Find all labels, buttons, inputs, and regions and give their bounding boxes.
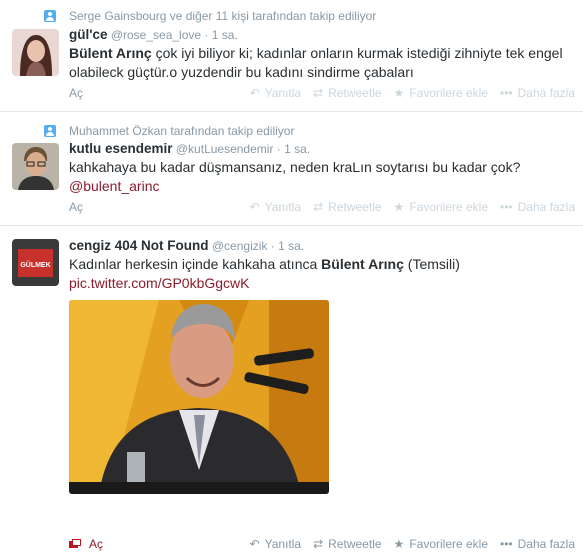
reply-label: Yanıtla xyxy=(264,537,302,551)
tweet-text: Kadınlar herkesin içinde kahkaha atınca … xyxy=(69,255,569,293)
avatar[interactable]: GÜLMEK xyxy=(12,239,59,286)
favorite-label: Favorilere ekle xyxy=(409,200,489,214)
retweet-icon: ⇄ xyxy=(313,537,324,551)
tweet-header: gül'ce @rose_sea_love · 1 sa. xyxy=(69,27,238,42)
reply-icon: ↶ xyxy=(249,200,260,214)
person-icon xyxy=(44,125,56,137)
separator: · xyxy=(270,239,279,253)
tweet[interactable]: GÜLMEK cengiz 404 Not Found @cengizik · … xyxy=(0,226,583,559)
reply-label: Yanıtla xyxy=(264,200,302,214)
timestamp[interactable]: 1 sa. xyxy=(284,142,310,156)
retweet-icon: ⇄ xyxy=(313,86,324,100)
expand-link[interactable]: Aç xyxy=(69,537,103,551)
tweet-header: cengiz 404 Not Found @cengizik · 1 sa. xyxy=(69,238,304,253)
dots-icon: ••• xyxy=(500,200,513,214)
star-icon: ★ xyxy=(393,86,405,100)
reply-button[interactable]: ↶ Yanıtla xyxy=(250,200,302,214)
expand-link[interactable]: Aç xyxy=(69,200,83,214)
star-icon: ★ xyxy=(393,537,405,551)
follow-context: Muhammet Özkan tarafından takip ediliyor xyxy=(44,124,294,138)
favorite-button[interactable]: ★ Favorilere ekle xyxy=(394,200,488,214)
bold-name[interactable]: Bülent Arınç xyxy=(69,45,152,61)
favorite-label: Favorilere ekle xyxy=(409,86,489,100)
tweet-actions: ↶ Yanıtla ⇄ Retweetle ★ Favorilere ekle •••… xyxy=(250,200,575,214)
expand-link[interactable]: Aç xyxy=(69,86,83,100)
tweet-actions: ↶ Yanıtla ⇄ Retweetle ★ Favorilere ekle •••… xyxy=(250,86,575,100)
favorite-label: Favorilere ekle xyxy=(409,537,489,551)
reply-label: Yanıtla xyxy=(264,86,302,100)
avatar[interactable] xyxy=(12,29,59,76)
reply-button[interactable]: ↶ Yanıtla xyxy=(250,537,302,551)
more-button[interactable]: ••• Daha fazla xyxy=(500,86,575,100)
tweet[interactable]: Serge Gainsbourg ve diğer 11 kişi tarafı… xyxy=(0,0,583,112)
bold-name[interactable]: Bülent Arınç xyxy=(321,256,404,272)
pic-link[interactable]: pic.twitter.com/GP0kbGgcwK xyxy=(69,275,250,291)
retweet-icon: ⇄ xyxy=(313,200,324,214)
retweet-button[interactable]: ⇄ Retweetle xyxy=(313,86,381,100)
tweet-text-body: Kadınlar herkesin içinde kahkaha atınca xyxy=(69,256,322,272)
retweet-button[interactable]: ⇄ Retweetle xyxy=(313,537,381,551)
timestamp[interactable]: 1 sa. xyxy=(212,28,238,42)
more-label: Daha fazla xyxy=(517,537,575,551)
follow-context: Serge Gainsbourg ve diğer 11 kişi tarafı… xyxy=(44,9,376,23)
tweet-actions: ↶ Yanıtla ⇄ Retweetle ★ Favorilere ekle •••… xyxy=(250,537,575,551)
tweet-text: Bülent Arınç çok iyi biliyor ki; kadınla… xyxy=(69,44,569,82)
reply-icon: ↶ xyxy=(249,86,260,100)
retweet-label: Retweetle xyxy=(328,537,382,551)
gallery-icon xyxy=(69,539,81,549)
avatar-text: GÜLMEK xyxy=(20,260,50,269)
mention-link[interactable]: @bulent_arinc xyxy=(69,178,160,194)
username[interactable]: @rose_sea_love xyxy=(111,28,201,42)
favorite-button[interactable]: ★ Favorilere ekle xyxy=(394,537,488,551)
follow-context-text[interactable]: Muhammet Özkan tarafından takip ediliyor xyxy=(69,124,294,138)
favorite-button[interactable]: ★ Favorilere ekle xyxy=(394,86,488,100)
display-name[interactable]: gül'ce xyxy=(69,27,107,42)
display-name[interactable]: cengiz 404 Not Found xyxy=(69,238,209,253)
tweet-footer: Aç ↶ Yanıtla ⇄ Retweetle ★ Favorilere ekle … xyxy=(69,86,575,102)
follow-context-text[interactable]: Serge Gainsbourg ve diğer 11 kişi tarafı… xyxy=(69,9,376,23)
retweet-button[interactable]: ⇄ Retweetle xyxy=(313,200,381,214)
username[interactable]: @cengizik xyxy=(212,239,268,253)
display-name[interactable]: kutlu esendemir xyxy=(69,141,173,156)
reply-icon: ↶ xyxy=(249,537,260,551)
avatar[interactable] xyxy=(12,143,59,190)
tweet-text-suffix: (Temsili) xyxy=(403,256,460,272)
tweet-footer: Aç ↶ Yanıtla ⇄ Retweetle ★ Favorilere ekle … xyxy=(69,537,575,553)
more-button[interactable]: ••• Daha fazla xyxy=(500,200,575,214)
separator: · xyxy=(204,28,212,42)
star-icon: ★ xyxy=(393,200,405,214)
tweet-text-body: kahkahaya bu kadar düşmansanız, neden kr… xyxy=(69,159,521,175)
tweet-text: kahkahaya bu kadar düşmansanız, neden kr… xyxy=(69,158,569,196)
more-label: Daha fazla xyxy=(517,200,575,214)
retweet-label: Retweetle xyxy=(328,200,382,214)
tweet[interactable]: Muhammet Özkan tarafından takip ediliyor… xyxy=(0,112,583,226)
dots-icon: ••• xyxy=(500,86,513,100)
tweet-photo[interactable] xyxy=(69,300,329,494)
more-label: Daha fazla xyxy=(517,86,575,100)
timestamp[interactable]: 1 sa. xyxy=(278,239,304,253)
reply-button[interactable]: ↶ Yanıtla xyxy=(250,86,302,100)
retweet-label: Retweetle xyxy=(328,86,382,100)
username[interactable]: @kutLuesendemir xyxy=(176,142,274,156)
tweet-header: kutlu esendemir @kutLuesendemir · 1 sa. xyxy=(69,141,310,156)
more-button[interactable]: ••• Daha fazla xyxy=(500,537,575,551)
expand-label: Aç xyxy=(89,537,104,551)
tweet-footer: Aç ↶ Yanıtla ⇄ Retweetle ★ Favorilere ekle … xyxy=(69,200,575,216)
person-icon xyxy=(44,10,56,22)
dots-icon: ••• xyxy=(500,537,513,551)
